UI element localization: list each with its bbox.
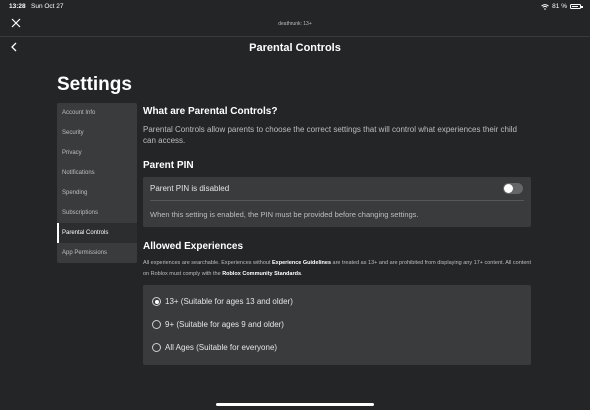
sidebar-item-parental-controls[interactable]: Parental Controls [57,223,137,243]
page-title: Parental Controls [249,42,341,54]
home-indicator[interactable] [216,403,374,406]
wifi-icon [541,3,549,10]
user-tag: deathrunk: 13+ [278,21,312,27]
sidebar-item-privacy[interactable]: Privacy [57,143,137,163]
option-13-plus[interactable]: 13+ (Suitable for ages 13 and older) [143,290,531,313]
settings-sidebar: Account Info Security Privacy Notificati… [57,103,137,263]
sidebar-item-app-permissions[interactable]: App Permissions [57,243,137,263]
sidebar-item-notifications[interactable]: Notifications [57,163,137,183]
battery-percent: 81 % [552,3,567,10]
option-label: 9+ (Suitable for ages 9 and older) [165,320,284,329]
status-date: Sun Oct 27 [31,3,64,10]
divider [150,200,524,201]
pin-heading: Parent PIN [143,160,194,171]
pin-status-label: Parent PIN is disabled [150,184,230,193]
sidebar-item-subscriptions[interactable]: Subscriptions [57,203,137,223]
sidebar-item-spending[interactable]: Spending [57,183,137,203]
allowed-description: All experiences are searchable. Experien… [143,258,531,280]
toggle-knob [504,184,513,193]
about-heading: What are Parental Controls? [143,106,278,117]
content-panel: What are Parental Controls? Parental Con… [143,103,531,365]
radio-button[interactable] [152,343,161,352]
about-text: Parental Controls allow parents to choos… [143,125,517,145]
battery-icon [570,4,583,9]
allowed-text-1: All experiences are searchable. Experien… [143,260,273,266]
option-9-plus[interactable]: 9+ (Suitable for ages 9 and older) [143,313,531,336]
option-label: All Ages (Suitable for everyone) [165,343,278,352]
radio-button[interactable] [152,320,161,329]
sidebar-item-account-info[interactable]: Account Info [57,103,137,123]
community-standards-link[interactable]: Roblox Community Standards [222,271,301,277]
pin-panel: Parent PIN is disabled When this setting… [143,177,531,227]
allowed-text-3: . [301,271,303,277]
pin-toggle[interactable] [503,183,523,194]
sidebar-item-security[interactable]: Security [57,123,137,143]
pin-hint: When this setting is enabled, the PIN mu… [150,210,419,219]
status-time: 13:28 [9,3,26,10]
option-all-ages[interactable]: All Ages (Suitable for everyone) [143,336,531,359]
status-indicators: 81 % [541,3,583,10]
allowed-heading: Allowed Experiences [143,241,244,252]
option-label: 13+ (Suitable for ages 13 and older) [165,297,293,306]
experience-guidelines-link[interactable]: Experience Guidelines [272,260,331,266]
allowed-options-panel: 13+ (Suitable for ages 13 and older) 9+ … [143,285,531,365]
status-bar: 13:28 Sun Oct 27 81 % [0,0,590,14]
settings-title: Settings [57,74,132,95]
radio-button[interactable] [152,297,161,306]
